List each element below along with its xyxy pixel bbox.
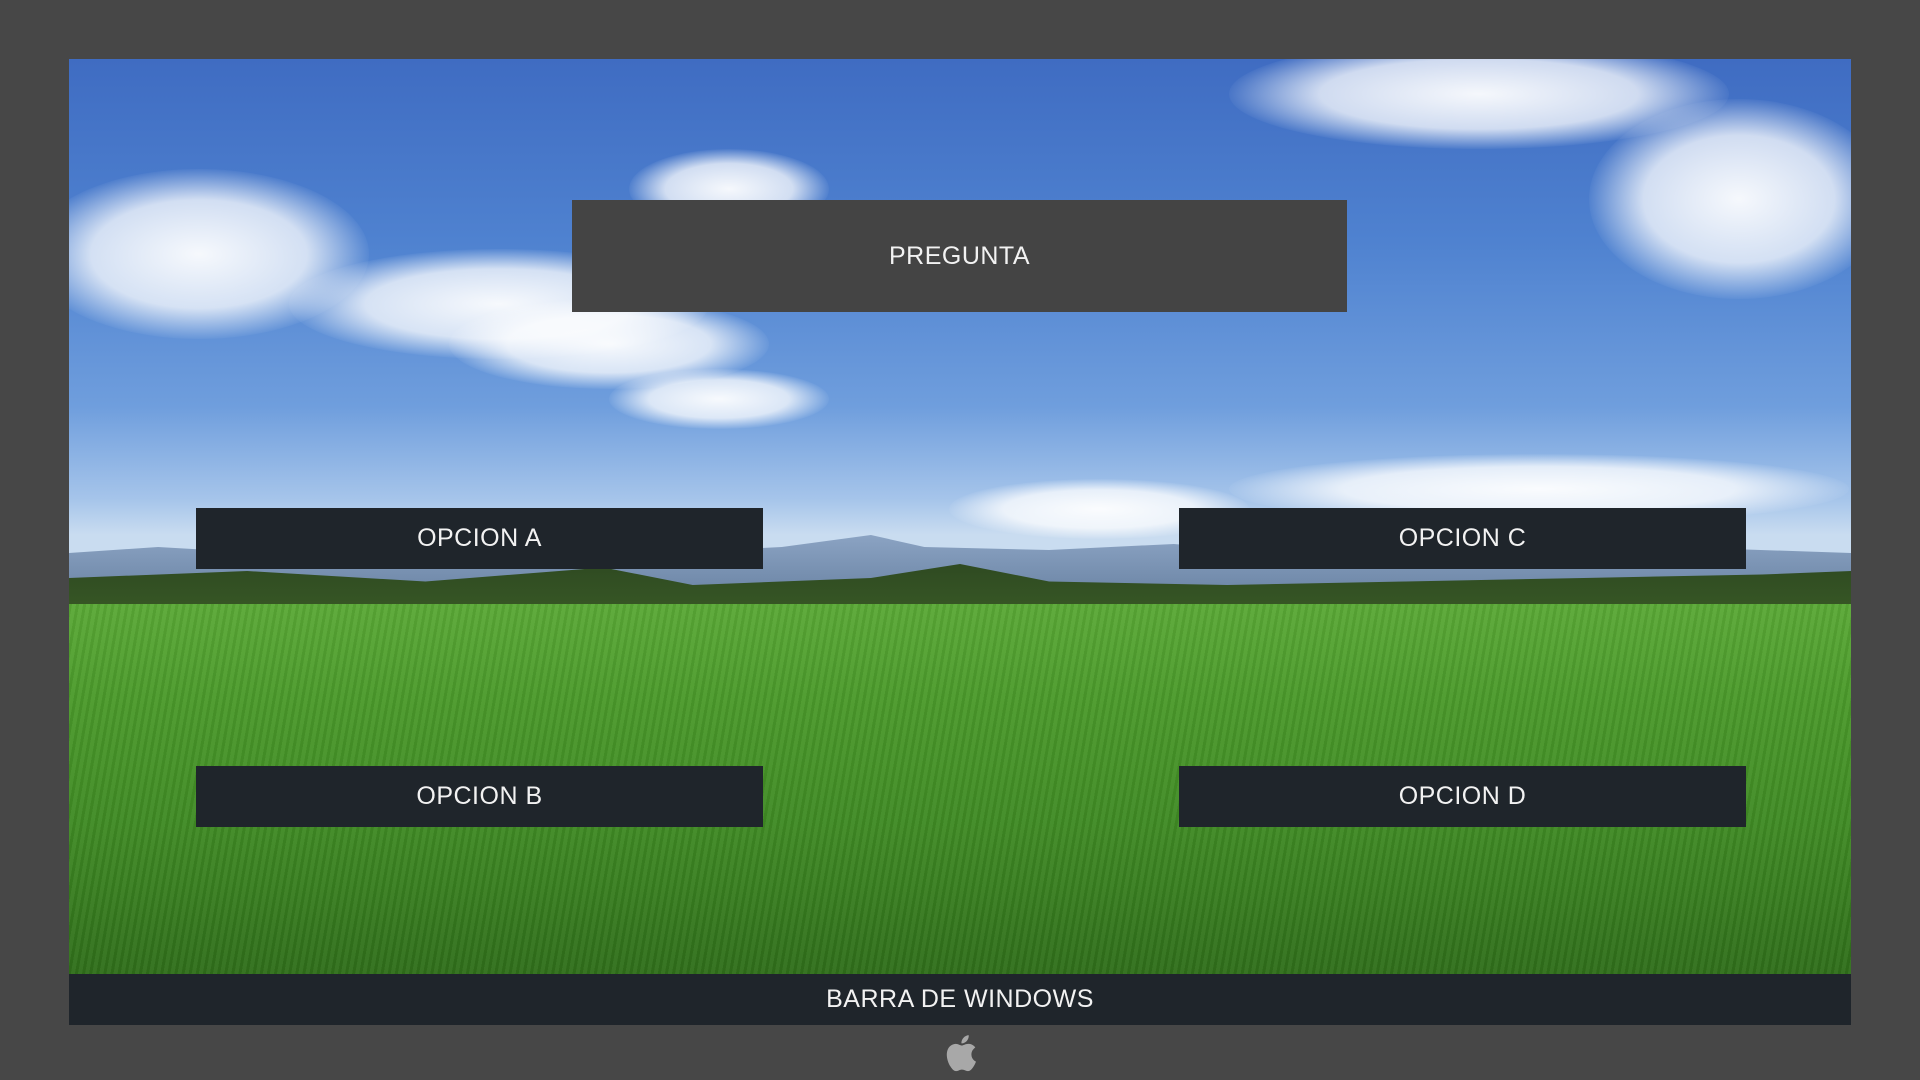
taskbar-label: BARRA DE WINDOWS bbox=[826, 985, 1094, 1013]
option-b-button[interactable]: OPCION B bbox=[196, 766, 763, 827]
question-text: PREGUNTA bbox=[888, 241, 1031, 270]
option-c-label: OPCION C bbox=[1398, 524, 1527, 552]
option-a-label: OPCION A bbox=[417, 524, 542, 552]
option-b-label: OPCION B bbox=[416, 782, 543, 810]
apple-logo-icon[interactable] bbox=[942, 1032, 978, 1074]
option-c-button[interactable]: OPCION C bbox=[1179, 508, 1746, 569]
option-d-label: OPCION D bbox=[1398, 782, 1527, 810]
option-a-button[interactable]: OPCION A bbox=[196, 508, 763, 569]
question-box: PREGUNTA bbox=[572, 200, 1347, 312]
option-d-button[interactable]: OPCION D bbox=[1179, 766, 1746, 827]
taskbar: BARRA DE WINDOWS bbox=[69, 974, 1851, 1025]
